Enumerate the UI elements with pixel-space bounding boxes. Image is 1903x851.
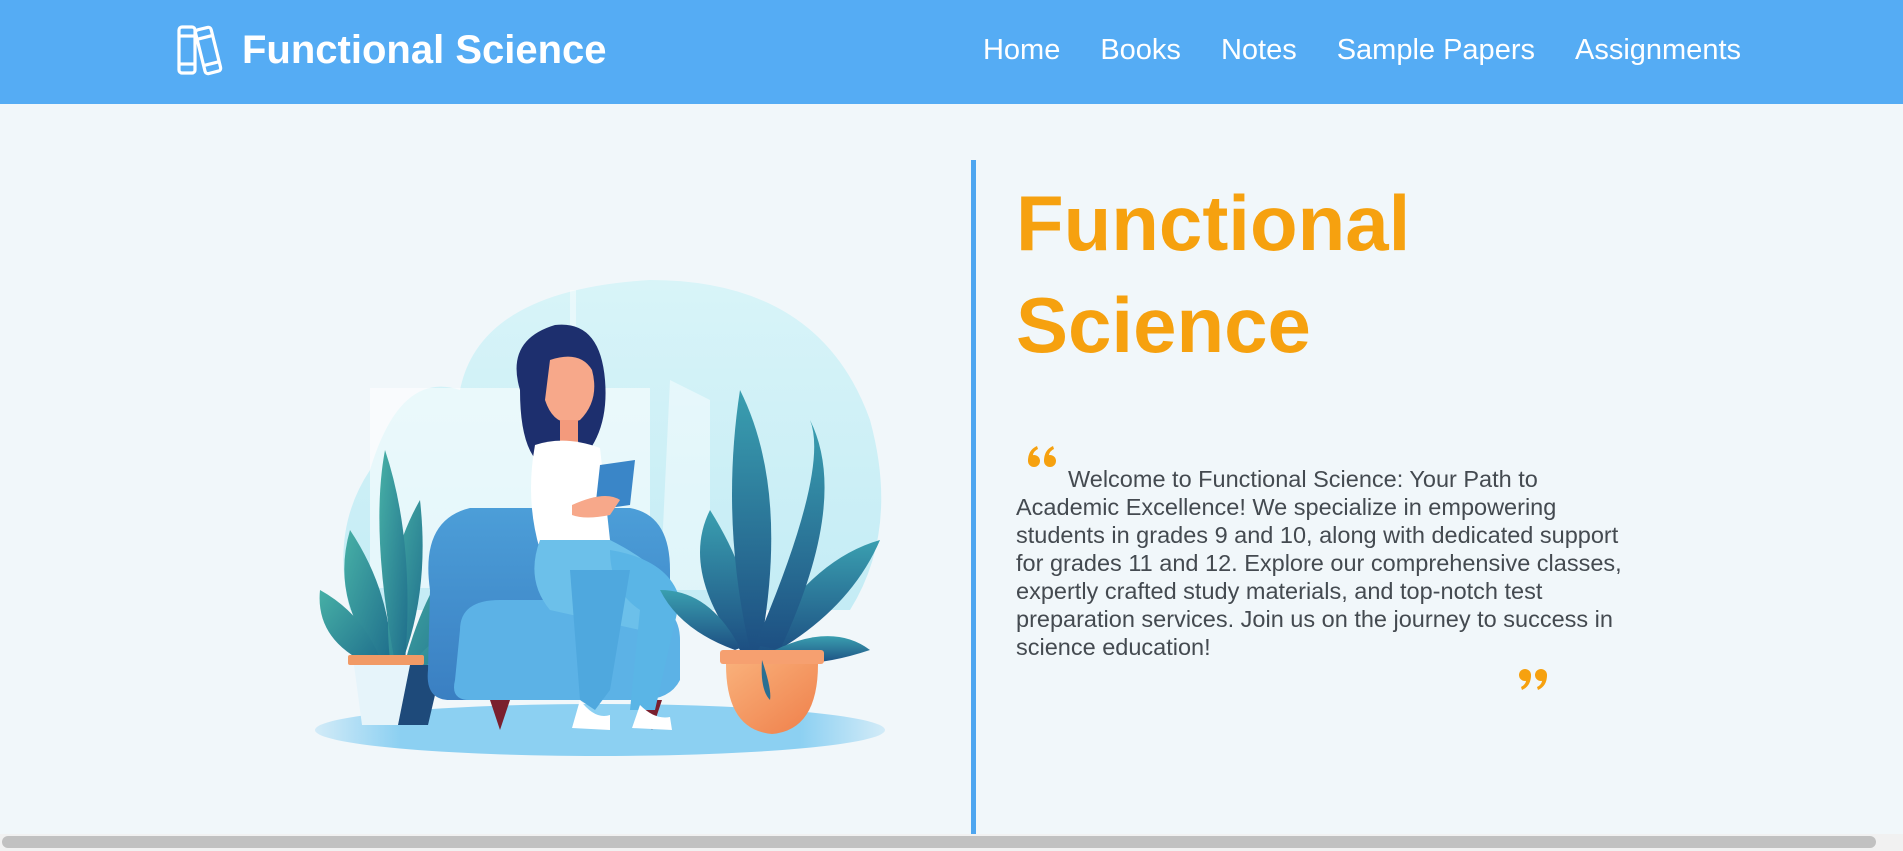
scrollbar-thumb[interactable] [2,836,1876,848]
hero-intro-text: Welcome to Functional Science: Your Path… [1016,466,1622,660]
woman-reading-illustration [315,280,885,756]
nav-home[interactable]: Home [983,34,1060,67]
nav-books[interactable]: Books [1100,34,1181,67]
nav-notes[interactable]: Notes [1221,34,1297,67]
brand-logo[interactable]: Functional Science [176,22,607,78]
books-icon [177,25,223,76]
brand-name: Functional Science [242,27,607,72]
vertical-divider [971,160,976,836]
nav-assignments[interactable]: Assignments [1575,34,1741,67]
hero-title: Functional Science [1016,179,1411,369]
nav-sample-papers[interactable]: Sample Papers [1337,34,1535,67]
quote-close-icon [1519,669,1547,690]
main-nav: Home Books Notes Sample Papers Assignmen… [943,0,1741,100]
navbar: Functional Science Home Books Notes Samp… [0,0,1903,104]
horizontal-scrollbar[interactable] [0,834,1903,851]
